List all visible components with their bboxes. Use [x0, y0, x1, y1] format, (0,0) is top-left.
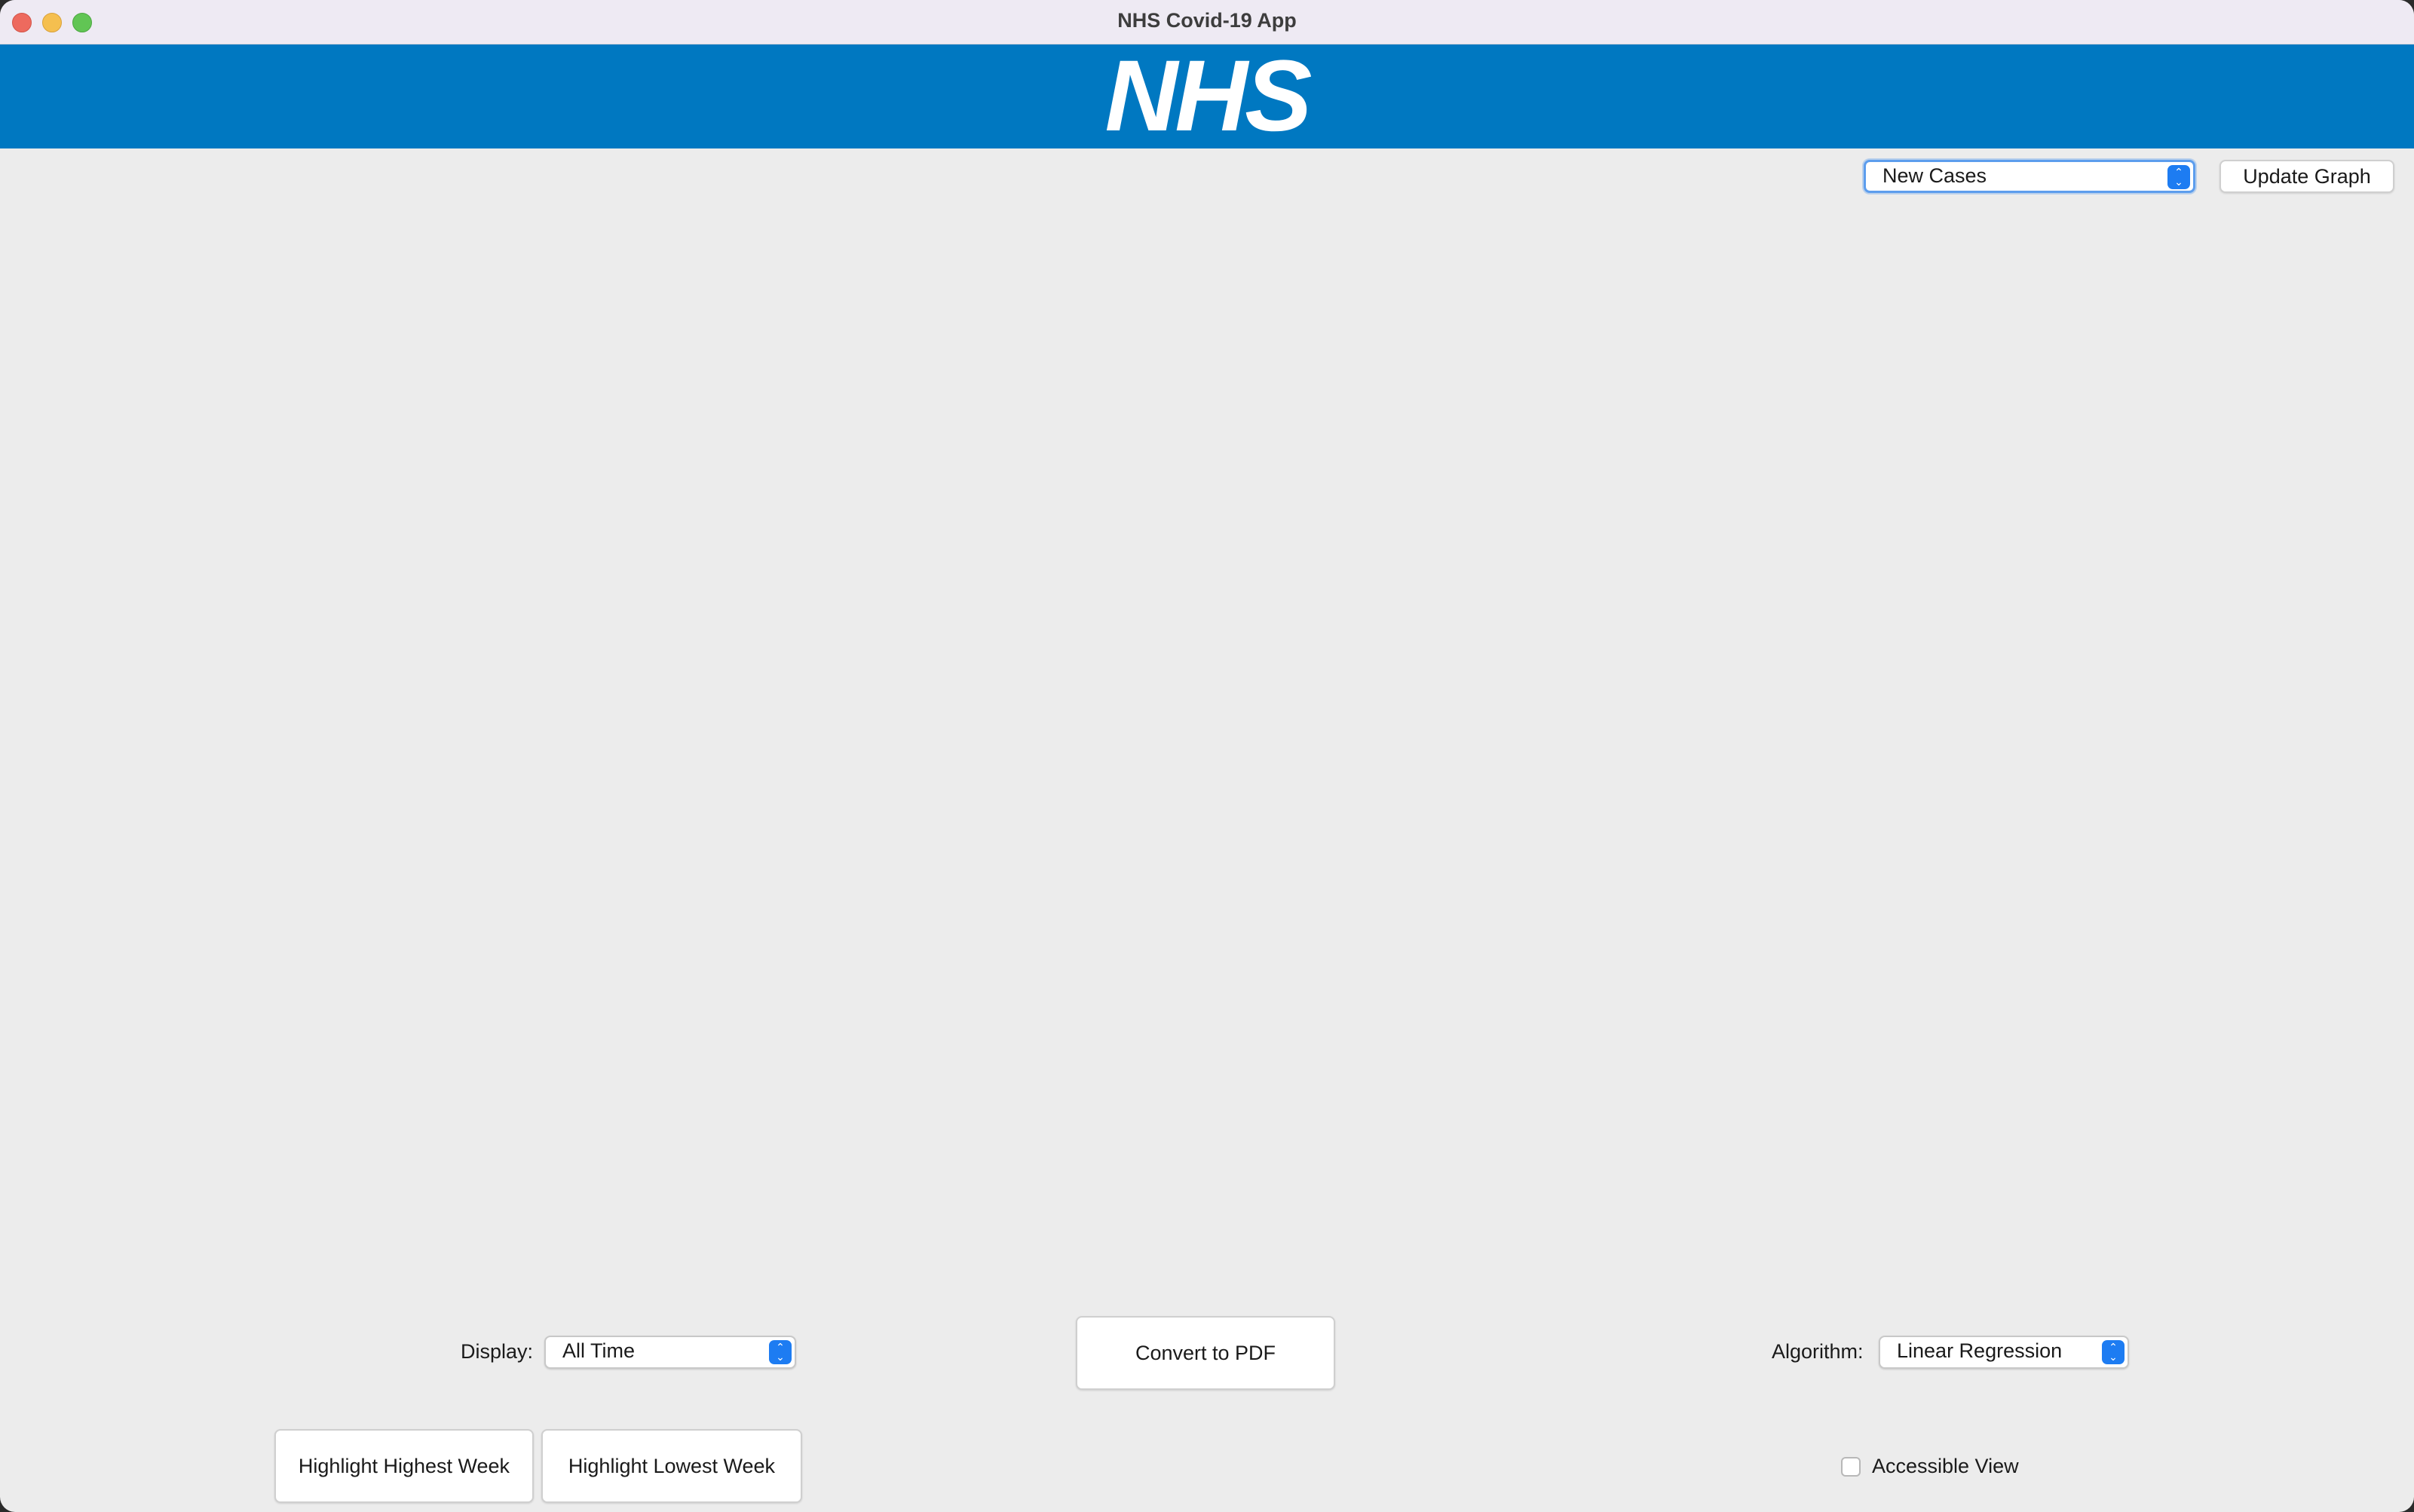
graph-area: [0, 196, 2414, 1281]
up-down-chevron-icon: ⌃ ⌄: [2167, 165, 2190, 189]
accessible-view-label[interactable]: Accessible View: [1872, 1455, 2019, 1478]
display-select-value: All Time: [562, 1339, 636, 1362]
app-window: NHS Covid-19 App NHS New Cases ⌃ ⌄ Update…: [0, 0, 2414, 1512]
algorithm-label: Algorithm:: [1772, 1340, 1864, 1363]
window-title: NHS Covid-19 App: [1117, 9, 1297, 32]
title-bar: NHS Covid-19 App: [0, 0, 2414, 45]
nhs-banner: NHS: [0, 44, 2414, 148]
algorithm-select-value: Linear Regression: [1897, 1339, 2063, 1362]
highlight-highest-week-button[interactable]: Highlight Highest Week: [274, 1429, 534, 1503]
convert-to-pdf-button[interactable]: Convert to PDF: [1076, 1316, 1335, 1390]
up-down-chevron-icon: ⌃ ⌄: [2102, 1340, 2125, 1364]
display-label: Display:: [461, 1340, 534, 1363]
metric-select-value: New Cases: [1882, 164, 1987, 187]
update-graph-button[interactable]: Update Graph: [2219, 160, 2394, 193]
nhs-logo: NHS: [1104, 40, 1313, 152]
highlight-lowest-week-button[interactable]: Highlight Lowest Week: [541, 1429, 802, 1503]
up-down-chevron-icon: ⌃ ⌄: [769, 1340, 792, 1364]
accessible-view-checkbox[interactable]: [1841, 1457, 1861, 1477]
display-select[interactable]: All Time ⌃ ⌄: [544, 1336, 796, 1369]
metric-select[interactable]: New Cases ⌃ ⌄: [1864, 160, 2195, 193]
algorithm-select[interactable]: Linear Regression ⌃ ⌄: [1879, 1336, 2129, 1369]
